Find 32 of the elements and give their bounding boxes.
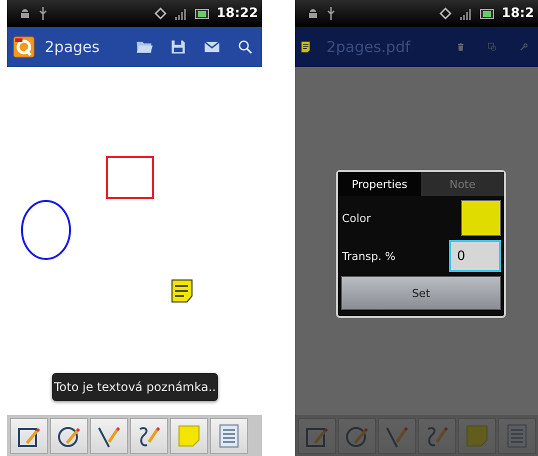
transparency-label: Transp. % [342,250,396,262]
line-tool-button[interactable] [90,418,128,454]
clock-time: 18:22 [216,6,258,21]
set-button[interactable]: Set [341,276,501,310]
ink-tool-button[interactable] [130,418,168,454]
rotation-icon [438,7,452,20]
line-pencil-icon [97,424,121,448]
mail-icon[interactable] [204,39,220,55]
sticky-note-icon [178,425,200,447]
color-swatch[interactable] [461,200,501,236]
toast-message: Toto je textová poznámka.. [52,373,218,401]
ellipse-tool-button[interactable] [50,418,88,454]
clock-time: 18:2 [502,6,534,21]
signal-icon [460,8,472,20]
rotation-icon [154,7,167,20]
note-annotation-icon[interactable] [172,280,192,302]
rectangle-annotation[interactable] [106,156,154,199]
rectangle-tool-button[interactable] [10,418,48,454]
color-label: Color [342,212,371,224]
text-lines-icon [219,424,239,448]
transparency-input[interactable]: 0 [449,240,501,272]
circle-pencil-icon [57,424,81,448]
ellipse-annotation[interactable] [21,200,71,260]
document-title: 2pages [44,38,100,56]
battery-icon [194,8,209,18]
dialog-tab[interactable]: Properties [338,172,421,196]
text-tool-button[interactable] [210,418,248,454]
signal-icon [174,8,187,20]
freehand-pencil-icon [137,424,161,448]
battery-icon [480,8,494,18]
usb-icon [327,7,335,20]
usb-icon [39,7,47,20]
